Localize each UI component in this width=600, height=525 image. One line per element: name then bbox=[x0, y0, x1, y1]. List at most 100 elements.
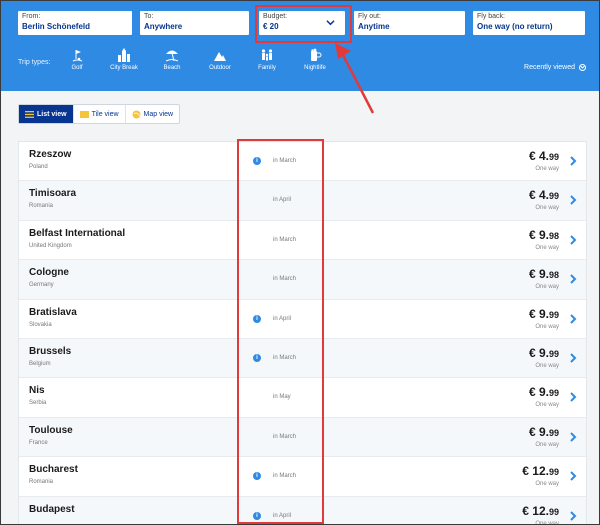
to-field[interactable]: To: Anywhere bbox=[140, 11, 249, 35]
trip-type-label: Family bbox=[258, 65, 276, 71]
destination-country: Romania bbox=[29, 203, 54, 210]
from-value: Berlin Schönefeld bbox=[22, 22, 91, 31]
destination-country: United Kingdom bbox=[29, 242, 72, 249]
fare-price-cents: 99 bbox=[548, 152, 559, 162]
map-view-label: Map view bbox=[143, 110, 174, 118]
fare-price-main: € 12. bbox=[522, 503, 549, 518]
fare-price: € 4.99 bbox=[529, 149, 559, 163]
recently-viewed-label: Recently viewed bbox=[524, 64, 575, 71]
destination-city: Toulouse bbox=[29, 424, 73, 436]
fare-type: One way bbox=[535, 362, 559, 369]
fly-out-field[interactable]: Fly out: Anytime bbox=[354, 11, 465, 35]
fare-price: € 9.99 bbox=[529, 425, 559, 439]
destination-city: Belfast International bbox=[29, 227, 126, 239]
mountain-icon bbox=[214, 52, 226, 61]
destination-country: Germany bbox=[29, 282, 54, 289]
chevron-right-icon[interactable] bbox=[568, 155, 578, 167]
chevron-right-icon[interactable] bbox=[568, 510, 578, 522]
city-icon bbox=[118, 48, 130, 62]
chevron-right-icon[interactable] bbox=[568, 273, 578, 285]
fare-price: € 9.99 bbox=[529, 307, 559, 321]
fare-price-cents: 99 bbox=[548, 388, 559, 399]
fare-price: € 4.99 bbox=[529, 188, 559, 202]
map-view-button[interactable]: Map view bbox=[126, 105, 180, 123]
fare-price-cents: 98 bbox=[548, 230, 559, 241]
family-icon bbox=[261, 49, 273, 61]
fare-price-cents: 98 bbox=[548, 270, 559, 281]
fare-price-main: € 9. bbox=[528, 267, 549, 282]
fare-price-main: € 9. bbox=[528, 345, 549, 360]
chevron-right-icon[interactable] bbox=[568, 313, 578, 325]
chevron-right-icon[interactable] bbox=[568, 234, 578, 246]
fare-type: One way bbox=[535, 166, 559, 172]
beach-icon bbox=[165, 50, 179, 62]
trip-type-label: Outdoor bbox=[209, 65, 231, 71]
fare-type: One way bbox=[535, 481, 559, 488]
fare-price: € 9.99 bbox=[529, 346, 559, 360]
fare-price-cents: 99 bbox=[548, 309, 559, 320]
recently-viewed-toggle[interactable]: Recently viewed bbox=[524, 64, 586, 71]
destination-country: Belgium bbox=[29, 360, 51, 367]
destination-city: Budapest bbox=[29, 503, 75, 515]
destination-city: Bucharest bbox=[29, 464, 78, 476]
trip-types-label: Trip types: bbox=[18, 59, 51, 66]
fare-price: € 9.99 bbox=[529, 385, 559, 399]
trip-type-label: City Break bbox=[110, 65, 138, 71]
chevron-right-icon[interactable] bbox=[568, 391, 578, 403]
fly-out-label: Fly out: bbox=[358, 13, 381, 20]
destination-country: France bbox=[29, 439, 48, 446]
chevron-right-icon[interactable] bbox=[568, 431, 578, 443]
fly-back-label: Fly back: bbox=[477, 13, 506, 20]
annotation-box-month-column bbox=[237, 139, 324, 524]
destination-country: Poland bbox=[29, 164, 48, 170]
chevron-right-icon[interactable] bbox=[568, 352, 578, 364]
chevron-right-icon[interactable] bbox=[568, 470, 578, 482]
fare-type: One way bbox=[535, 520, 559, 525]
view-toggle: List view Tile view Map view bbox=[18, 104, 181, 124]
from-field[interactable]: From: Berlin Schönefeld bbox=[18, 11, 132, 35]
fare-type: One way bbox=[535, 205, 559, 212]
fly-back-field[interactable]: Fly back: One way (no return) bbox=[473, 11, 585, 35]
fare-type: One way bbox=[535, 402, 559, 409]
annotation-box-budget bbox=[255, 5, 352, 43]
golf-icon bbox=[72, 50, 83, 62]
fare-price: € 12.99 bbox=[522, 504, 559, 518]
destination-city: Timisoara bbox=[29, 188, 77, 200]
trip-type-family[interactable]: Family bbox=[247, 48, 287, 71]
annotation-arrow-icon bbox=[335, 43, 375, 114]
fare-price-main: € 9. bbox=[528, 385, 549, 400]
fare-price-main: € 4. bbox=[528, 149, 549, 163]
destination-country: Romania bbox=[29, 479, 54, 486]
screenshot-frame: From: Berlin Schönefeld To: Anywhere Bud… bbox=[0, 0, 600, 525]
drink-icon bbox=[311, 48, 322, 61]
destination-country: Serbia bbox=[29, 400, 47, 407]
fly-back-value: One way (no return) bbox=[477, 22, 553, 31]
from-label: From: bbox=[22, 13, 41, 20]
destination-city: Bratislava bbox=[29, 306, 77, 318]
fare-type: One way bbox=[535, 244, 559, 251]
fare-type: One way bbox=[535, 284, 559, 291]
trip-type-golf[interactable]: Golf bbox=[57, 48, 97, 71]
fare-type: One way bbox=[535, 441, 559, 448]
map-icon bbox=[132, 110, 141, 118]
trip-type-beach[interactable]: Beach bbox=[152, 48, 192, 71]
tile-icon bbox=[79, 110, 89, 118]
tile-view-button[interactable]: Tile view bbox=[74, 105, 126, 123]
chevron-right-icon[interactable] bbox=[568, 194, 578, 206]
trip-type-label: Beach bbox=[163, 65, 181, 71]
fare-price-cents: 99 bbox=[548, 348, 559, 359]
fare-price: € 9.98 bbox=[529, 267, 559, 281]
list-icon bbox=[25, 110, 34, 118]
trip-type-label: Golf bbox=[71, 65, 83, 71]
trip-type-city-break[interactable]: City Break bbox=[104, 48, 144, 71]
list-view-button[interactable]: List view bbox=[19, 105, 74, 123]
destination-city: Brussels bbox=[29, 345, 72, 357]
fare-price: € 12.99 bbox=[522, 464, 559, 478]
fare-type: One way bbox=[535, 323, 559, 330]
destination-city: Rzeszow bbox=[29, 149, 72, 160]
trip-type-outdoor[interactable]: Outdoor bbox=[200, 48, 240, 71]
fare-price-cents: 99 bbox=[548, 467, 559, 478]
destination-city: Cologne bbox=[29, 267, 69, 279]
fly-out-value: Anytime bbox=[358, 22, 390, 31]
destination-country: Slovakia bbox=[29, 321, 52, 328]
